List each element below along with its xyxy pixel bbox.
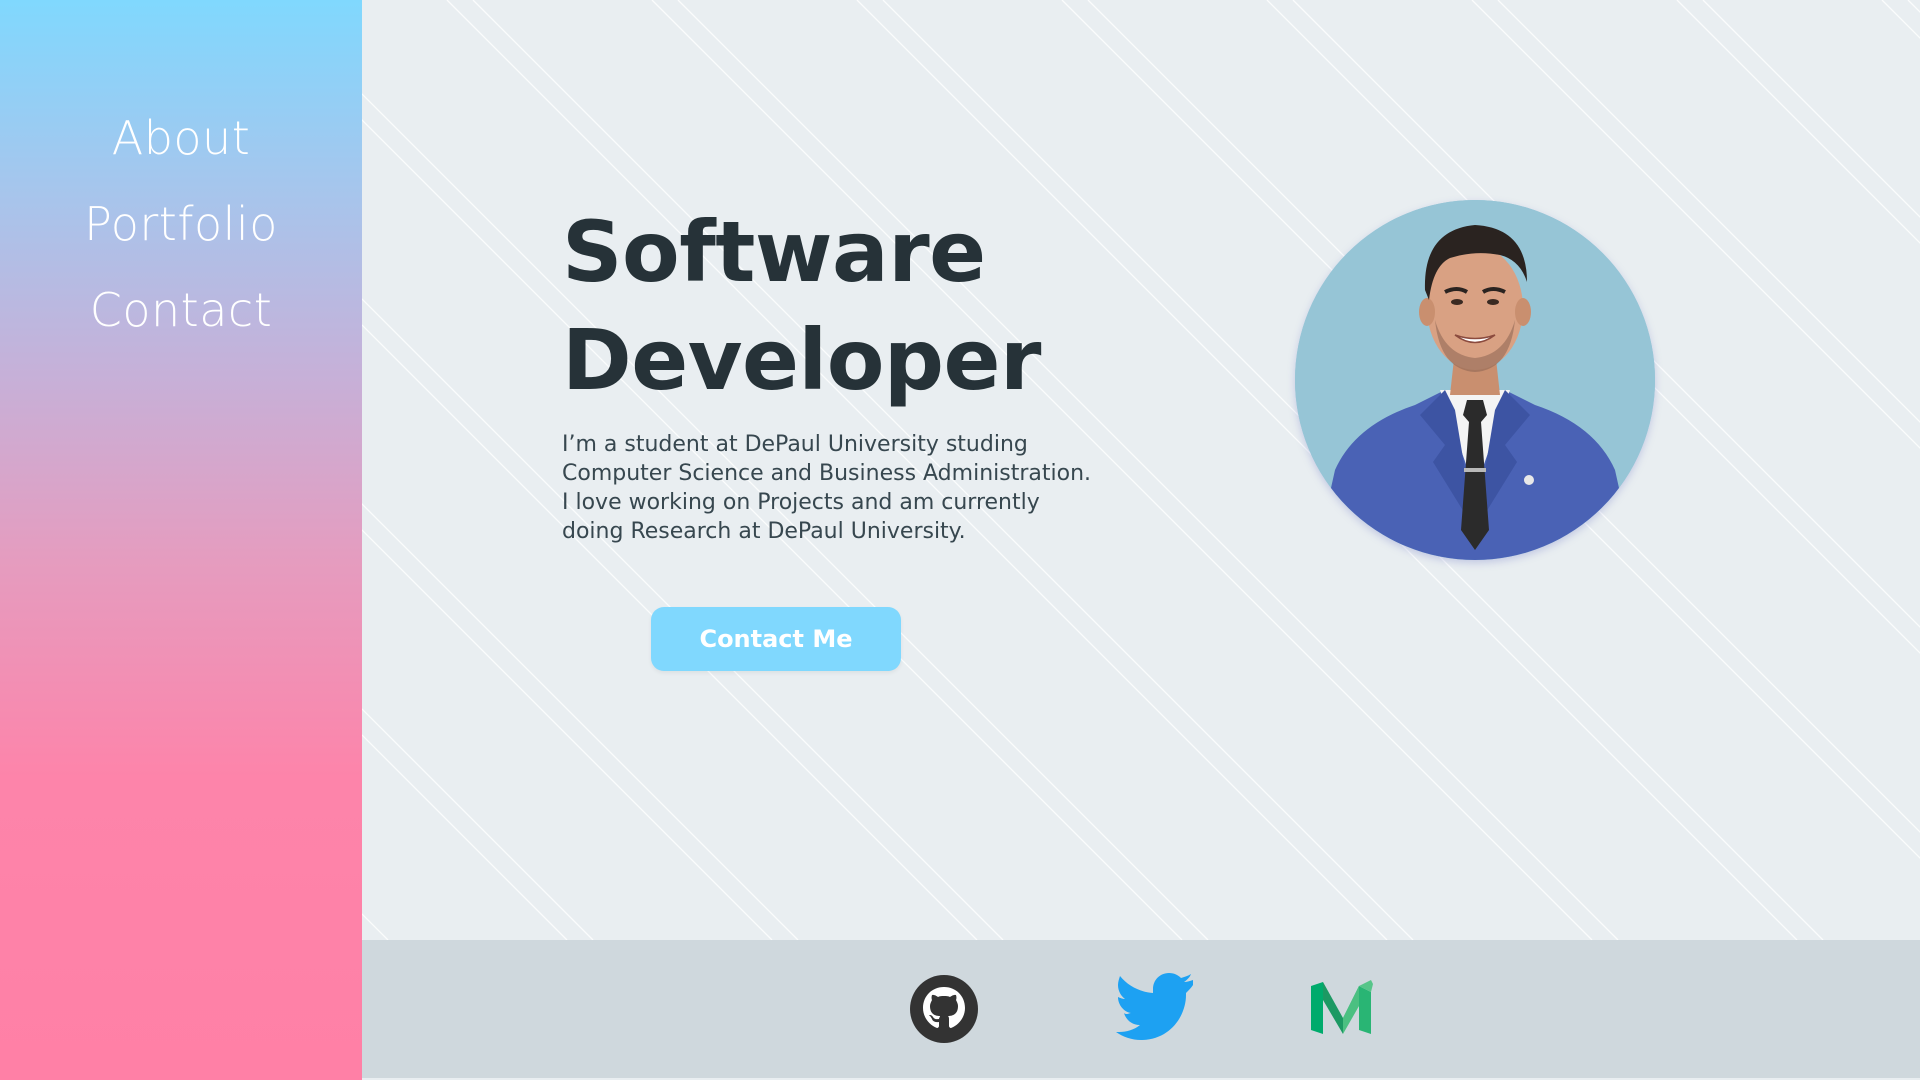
medium-icon [1311,980,1373,1034]
background-stripe [1907,0,1920,13]
nav-item-portfolio[interactable]: Portfolio [0,181,362,267]
page: About Portfolio Contact Software Develop… [0,0,1920,1080]
nav-item-about[interactable]: About [0,95,364,181]
bio-line: I’m a student at DePaul University studi… [562,432,1028,457]
bio-line: doing Research at DePaul University. [562,519,966,544]
title-line-2: Developer [562,311,1041,409]
twitter-icon [1116,973,1193,1040]
footer [362,940,1920,1078]
background-stripe [1676,0,1920,244]
background-stripe [362,913,389,940]
twitter-link[interactable] [1115,972,1195,1044]
bio-text: I’m a student at DePaul University studi… [562,430,1122,546]
sidebar: About Portfolio Contact [0,0,362,1080]
github-icon [910,975,978,1043]
hero-section: Software Developer I’m a student at DePa… [362,0,1920,940]
contact-me-button[interactable]: Contact Me [651,607,901,671]
page-title: Software Developer [562,198,1041,414]
bio-line: I love working on Projects and am curren… [562,490,1040,515]
profile-photo [1295,200,1655,560]
title-line-1: Software [562,203,986,301]
bio-line: Computer Science and Business Administra… [562,461,1091,486]
background-stripe [362,708,594,940]
background-stripe [362,734,568,940]
nav-item-contact[interactable]: Contact [0,267,370,353]
profile-photo-illustration [1295,200,1655,560]
medium-link[interactable] [1309,978,1375,1038]
sidebar-nav: About Portfolio Contact [0,95,362,353]
github-link[interactable] [909,974,979,1044]
